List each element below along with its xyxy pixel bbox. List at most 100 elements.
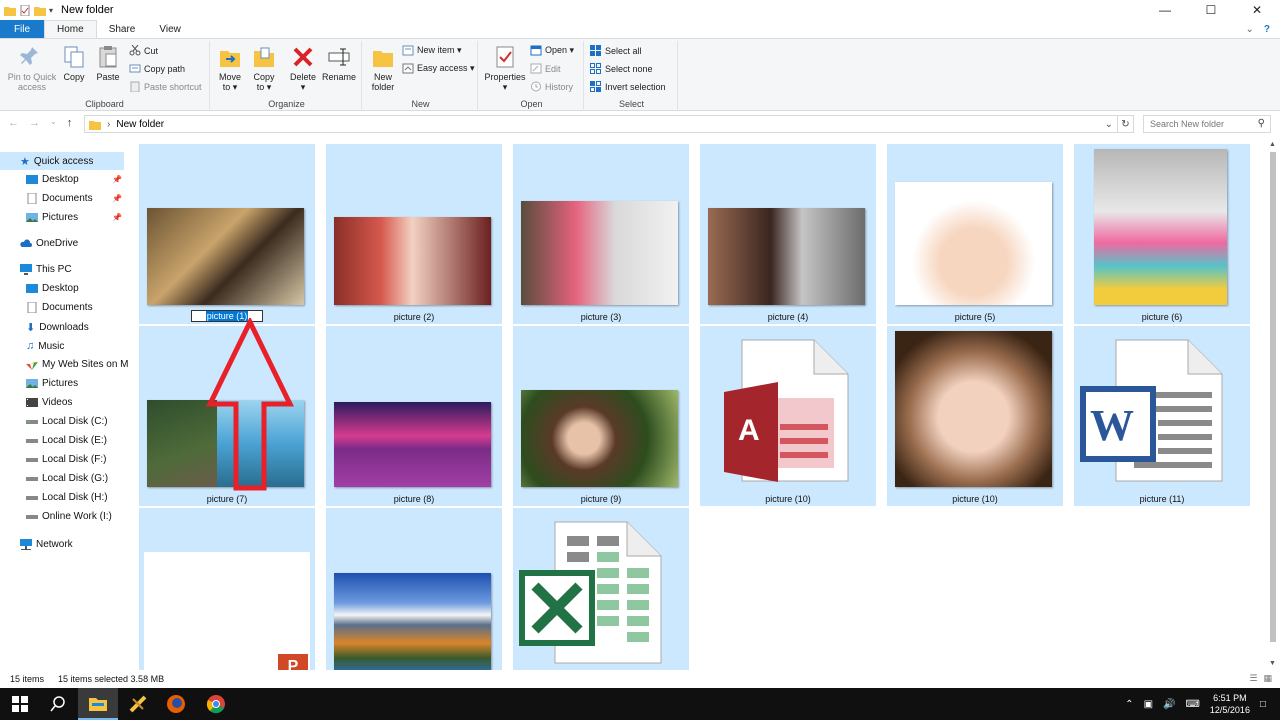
delete-button[interactable]: Delete ▾ (288, 45, 318, 92)
new-item-button[interactable]: New item ▾ (402, 45, 462, 56)
tab-view[interactable]: View (147, 20, 193, 38)
window-controls: — ☐ ✕ (1142, 0, 1280, 20)
nav-disk-h[interactable]: Local Disk (H:) (26, 492, 108, 503)
maximize-button[interactable]: ☐ (1188, 0, 1234, 20)
file-item[interactable]: picture (10) (887, 326, 1063, 506)
file-item[interactable]: picture (8) (326, 326, 502, 506)
photo-thumbnail (708, 208, 865, 305)
title-bar: ▾ New folder — ☐ ✕ (0, 0, 1280, 20)
pin-quick-access-button[interactable]: Pin to Quick access (4, 45, 60, 92)
copy-to-icon (254, 47, 274, 67)
nav-pc-pictures[interactable]: Pictures (26, 378, 78, 389)
taskbar: ⌃ ▣ 🔊 ⌨ 6:51 PM 12/5/2016 □ (0, 688, 1280, 720)
taskbar-chrome[interactable] (196, 688, 236, 720)
nav-disk-e[interactable]: Local Disk (E:) (26, 435, 107, 446)
network-tray-icon[interactable]: ▣ (1144, 699, 1153, 710)
taskbar-app-tools[interactable] (118, 688, 158, 720)
nav-quick-access[interactable]: ★ Quick access (0, 152, 124, 170)
select-all-button[interactable]: Select all (590, 45, 642, 56)
help-icon[interactable]: ? (1264, 24, 1270, 35)
back-arrow-icon[interactable]: ← (8, 117, 19, 129)
start-button[interactable] (0, 688, 40, 720)
open-button[interactable]: Open ▾ (530, 45, 574, 56)
address-box[interactable]: › New folder ⌄ (84, 115, 1118, 133)
scroll-up-icon[interactable]: ▲ (1269, 141, 1276, 148)
scroll-down-icon[interactable]: ▼ (1269, 660, 1276, 667)
file-item[interactable] (513, 508, 689, 670)
copy-path-button[interactable]: Copy path (129, 63, 185, 74)
cut-button[interactable]: Cut (129, 45, 158, 56)
up-arrow-icon[interactable]: ↑ (67, 117, 73, 129)
nav-qa-desktop[interactable]: Desktop 📌 (26, 174, 122, 185)
scrollbar-thumb[interactable] (1270, 152, 1276, 642)
new-folder-icon[interactable] (34, 5, 46, 16)
paste-shortcut-button[interactable]: Paste shortcut (129, 81, 202, 92)
refresh-button[interactable]: ↻ (1118, 115, 1134, 133)
language-icon[interactable]: ⌨ (1185, 699, 1199, 710)
search-button[interactable] (38, 688, 78, 720)
action-center-icon[interactable]: □ (1260, 699, 1266, 710)
file-item[interactable]: picture (3) (513, 144, 689, 324)
edit-button[interactable]: Edit (530, 63, 561, 74)
file-item[interactable] (326, 508, 502, 670)
tab-home[interactable]: Home (44, 20, 97, 38)
file-item[interactable]: W picture (11) (1074, 326, 1250, 506)
recent-locations-icon[interactable]: ⌄ (50, 117, 57, 129)
minimize-button[interactable]: — (1142, 0, 1188, 20)
history-button[interactable]: History (530, 81, 573, 92)
nav-pc-documents[interactable]: Documents (26, 302, 93, 313)
nav-disk-i[interactable]: Online Work (I:) (26, 511, 112, 522)
invert-selection-button[interactable]: Invert selection (590, 81, 666, 92)
large-icons-view-icon[interactable]: ▦ (1263, 673, 1272, 684)
collapse-ribbon-icon[interactable]: ⌄ (1246, 24, 1254, 35)
file-item[interactable]: picture (6) (1074, 144, 1250, 324)
taskbar-firefox[interactable] (156, 688, 196, 720)
paste-button[interactable]: Paste (94, 45, 122, 82)
tab-share[interactable]: Share (97, 20, 148, 38)
clock[interactable]: 6:51 PM 12/5/2016 (1210, 692, 1250, 716)
move-to-button[interactable]: Move to ▾ (216, 45, 244, 92)
nav-this-pc[interactable]: This PC (20, 264, 72, 275)
details-view-icon[interactable]: ☰ (1249, 673, 1257, 684)
file-item[interactable]: picture (5) (887, 144, 1063, 324)
nav-pc-downloads[interactable]: ⬇ Downloads (26, 321, 89, 334)
vertical-scrollbar[interactable]: ▲ ▼ (1266, 138, 1280, 670)
nav-qa-pictures[interactable]: Pictures 📌 (26, 212, 122, 223)
nav-pc-music[interactable]: ♫ Music (26, 340, 64, 352)
easy-access-button[interactable]: Easy access ▾ (402, 63, 475, 74)
show-hidden-icons-icon[interactable]: ⌃ (1125, 699, 1133, 710)
nav-pc-documents-label: Documents (42, 302, 93, 313)
properties-icon[interactable] (19, 4, 31, 16)
nav-network[interactable]: Network (20, 539, 73, 550)
rename-button[interactable]: Rename (322, 45, 356, 82)
file-item[interactable]: picture (9) (513, 326, 689, 506)
breadcrumb-current[interactable]: New folder (116, 119, 164, 130)
nav-disk-c[interactable]: Local Disk (C:) (26, 416, 108, 427)
address-bar-row: ← → ⌄ ↑ › New folder ⌄ ↻ Search New fold… (0, 112, 1280, 136)
chevron-down-icon[interactable]: ▾ (49, 6, 53, 15)
nav-pc-websites[interactable]: My Web Sites on M (26, 359, 129, 370)
address-dropdown-icon[interactable]: ⌄ (1105, 119, 1117, 130)
taskbar-file-explorer[interactable] (78, 688, 118, 720)
forward-arrow-icon[interactable]: → (29, 117, 40, 129)
file-item[interactable]: A picture (10) (700, 326, 876, 506)
tab-file[interactable]: File (0, 20, 44, 38)
file-item[interactable]: picture (1) (139, 144, 315, 324)
select-none-button[interactable]: Select none (590, 63, 653, 74)
file-item[interactable]: picture (4) (700, 144, 876, 324)
properties-button[interactable]: Properties ▾ (482, 45, 528, 92)
file-item[interactable]: picture (2) (326, 144, 502, 324)
file-item[interactable]: P (139, 508, 315, 670)
nav-disk-f[interactable]: Local Disk (F:) (26, 454, 106, 465)
new-folder-button[interactable]: New folder (368, 45, 398, 92)
volume-icon[interactable]: 🔊 (1163, 699, 1175, 710)
copy-button[interactable]: Copy (62, 45, 86, 82)
nav-pc-videos[interactable]: Videos (26, 397, 72, 408)
nav-pc-desktop[interactable]: Desktop (26, 283, 79, 294)
close-button[interactable]: ✕ (1234, 0, 1280, 20)
nav-onedrive[interactable]: OneDrive (20, 238, 78, 249)
copy-to-button[interactable]: Copy to ▾ (250, 45, 278, 92)
search-input[interactable]: Search New folder ⚲ (1143, 115, 1271, 133)
nav-disk-g[interactable]: Local Disk (G:) (26, 473, 108, 484)
nav-qa-documents[interactable]: Documents 📌 (26, 193, 122, 204)
